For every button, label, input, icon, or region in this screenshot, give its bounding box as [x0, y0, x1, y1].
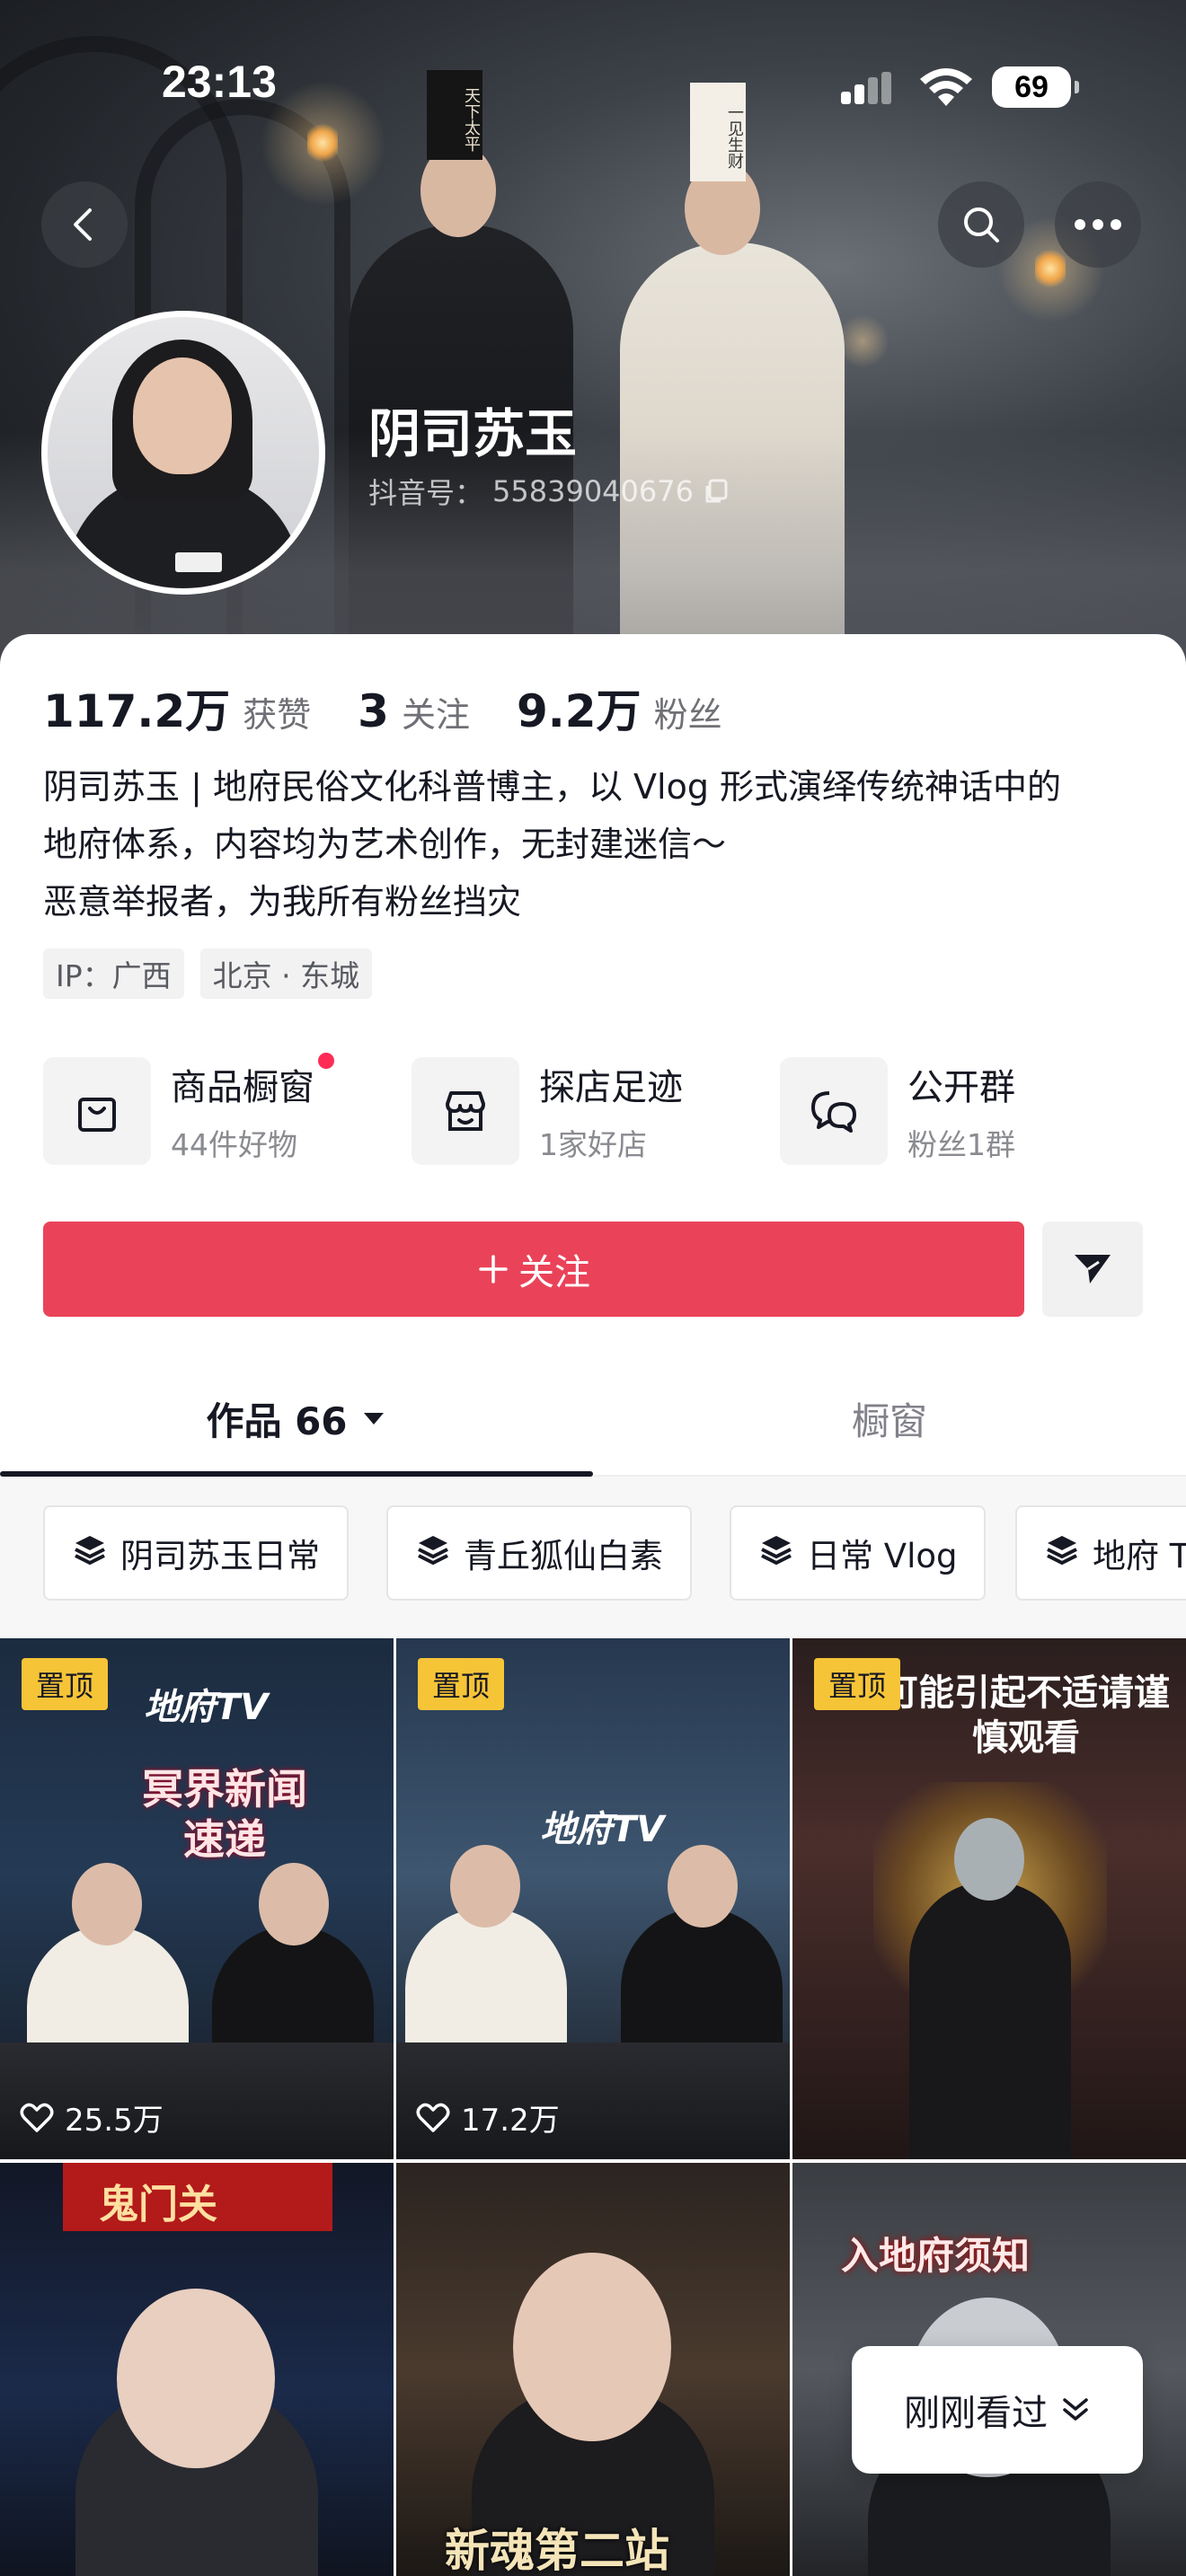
battery-indicator: 69: [992, 66, 1079, 108]
ip-location-tag: IP：广西: [43, 948, 184, 999]
more-options-button[interactable]: [1055, 181, 1141, 268]
bag-icon: [43, 1057, 151, 1165]
recently-viewed-label: 刚刚看过: [904, 2393, 1048, 2434]
collection-label: 日常 Vlog: [807, 1537, 958, 1575]
video-thumbnail[interactable]: 地府TV 冥界新闻速递 置顶 25.5万: [0, 1638, 394, 2159]
store-icon: [412, 1057, 519, 1165]
status-bar: 23:13 69: [0, 0, 1186, 171]
service-title: 公开群: [907, 1067, 1015, 1108]
wifi-icon: [918, 66, 974, 108]
chat-bubbles-icon: [780, 1057, 888, 1165]
heart-icon: [416, 2103, 450, 2132]
likes-label: 获赞: [243, 695, 312, 735]
video-caption-overlay: 入地府须知: [841, 2234, 1031, 2278]
content-tabs: 作品 66 橱窗: [0, 1360, 1186, 1477]
message-button[interactable]: [1042, 1222, 1143, 1317]
stats-row: 117.2万 获赞 3 关注 9.2万 粉丝: [43, 675, 769, 740]
like-count: 25.5万: [20, 2095, 164, 2139]
video-title-overlay: 地府TV: [144, 1687, 269, 1728]
service-store-visits[interactable]: 探店足迹 1家好店: [412, 1054, 780, 1168]
video-caption-overlay: 可能引起不适请谨慎观看: [882, 1672, 1170, 1759]
profile-sheet: 117.2万 获赞 3 关注 9.2万 粉丝 阴司苏玉 | 地府民俗文化科普博主…: [0, 634, 1186, 2576]
collection-chip[interactable]: 日常 Vlog: [730, 1505, 987, 1601]
bio-line: 恶意举报者，为我所有粉丝挡灾: [43, 882, 522, 922]
stack-icon: [415, 1533, 451, 1574]
bio-line: 地府体系，内容均为艺术创作，无封建迷信～: [43, 825, 727, 864]
followers-label[interactable]: 粉丝: [654, 687, 722, 737]
pinned-badge: 置顶: [418, 1658, 504, 1710]
copy-icon[interactable]: [703, 478, 730, 505]
stack-icon: [1044, 1533, 1080, 1574]
ellipsis-icon: [1075, 219, 1121, 230]
send-icon: [1075, 1255, 1111, 1284]
follow-label: 关注: [518, 1252, 590, 1293]
collection-chip[interactable]: 阴司苏玉日常: [43, 1505, 349, 1601]
collection-label: 地府 T: [1093, 1537, 1186, 1575]
collection-label: 阴司苏玉日常: [120, 1537, 320, 1575]
service-shop-window[interactable]: 商品橱窗 44件好物: [43, 1053, 412, 1168]
tab-works[interactable]: 作品 66: [0, 1360, 593, 1477]
street-lamp: [1035, 248, 1066, 289]
follow-button[interactable]: 关注: [43, 1222, 1024, 1317]
following-label[interactable]: 关注: [402, 687, 470, 737]
douyin-id-value: 55839040676: [492, 474, 694, 508]
service-subtitle: 1家好店: [539, 1127, 647, 1162]
avatar[interactable]: [41, 311, 325, 595]
search-icon: [964, 207, 999, 243]
video-thumbnail[interactable]: 鬼门关: [0, 2163, 394, 2576]
bio-line: 阴司苏玉 | 地府民俗文化科普博主，以 Vlog 形式演绎传统神话中的: [43, 767, 1062, 807]
collection-label: 青丘狐仙白素: [464, 1537, 663, 1575]
video-thumbnail[interactable]: 新魂第二站: [396, 2163, 790, 2576]
service-title: 商品橱窗: [171, 1053, 334, 1110]
douyin-id[interactable]: 抖音号： 55839040676: [368, 471, 730, 512]
back-button[interactable]: [41, 181, 128, 268]
display-name: 阴司苏玉: [368, 403, 578, 464]
tab-works-label: 作品 66: [206, 1398, 348, 1443]
collection-chip[interactable]: 青丘狐仙白素: [386, 1505, 692, 1601]
pinned-badge: 置顶: [814, 1658, 900, 1710]
plus-icon: [479, 1255, 508, 1284]
search-button[interactable]: [938, 181, 1024, 268]
recently-viewed-button[interactable]: 刚刚看过: [852, 2346, 1143, 2474]
city-tag[interactable]: 北京 · 东城: [199, 948, 373, 999]
heart-icon: [20, 2103, 54, 2132]
notification-dot: [318, 1053, 334, 1069]
like-count: 17.2万: [416, 2095, 560, 2139]
service-public-group[interactable]: 公开群 粉丝1群: [780, 1054, 1148, 1168]
following-count[interactable]: 3: [358, 685, 389, 737]
stack-icon: [72, 1533, 108, 1574]
profile-tags: IP：广西 北京 · 东城: [43, 948, 373, 999]
double-chevron-down-icon: [1063, 2398, 1088, 2421]
tab-window[interactable]: 橱窗: [593, 1360, 1186, 1477]
stack-icon: [758, 1533, 794, 1574]
video-caption-overlay: 新魂第二站: [445, 2525, 669, 2576]
service-title: 探店足迹: [539, 1067, 683, 1108]
cellular-signal-icon: [841, 72, 891, 104]
video-caption-overlay: 冥界新闻速递: [142, 1765, 307, 1864]
collections-bar: 阴司苏玉日常 青丘狐仙白素 日常 Vlog 地府 T: [0, 1477, 1186, 1638]
video-title-overlay: 地府TV: [540, 1809, 665, 1850]
service-entries: 商品橱窗 44件好物 探店足迹 1家好店 公开群 粉丝1群: [43, 1053, 1148, 1168]
bio: 阴司苏玉 | 地府民俗文化科普博主，以 Vlog 形式演绎传统神话中的 地府体系…: [43, 758, 1148, 931]
video-thumbnail[interactable]: 可能引起不适请谨慎观看 置顶: [792, 1638, 1186, 2159]
video-caption-overlay: 鬼门关: [99, 2182, 217, 2228]
service-subtitle: 44件好物: [171, 1127, 297, 1162]
video-thumbnail[interactable]: 地府TV 置顶 17.2万: [396, 1638, 790, 2159]
caret-down-icon[interactable]: [360, 1409, 387, 1427]
collection-chip[interactable]: 地府 T: [1015, 1505, 1186, 1601]
status-time: 23:13: [162, 57, 277, 107]
followers-count[interactable]: 9.2万: [517, 675, 642, 740]
likes-count: 117.2万: [43, 685, 231, 737]
pinned-badge: 置顶: [22, 1658, 108, 1710]
service-subtitle: 粉丝1群: [907, 1127, 1015, 1162]
chevron-left-icon: [74, 208, 92, 241]
douyin-id-label: 抖音号：: [368, 476, 484, 510]
